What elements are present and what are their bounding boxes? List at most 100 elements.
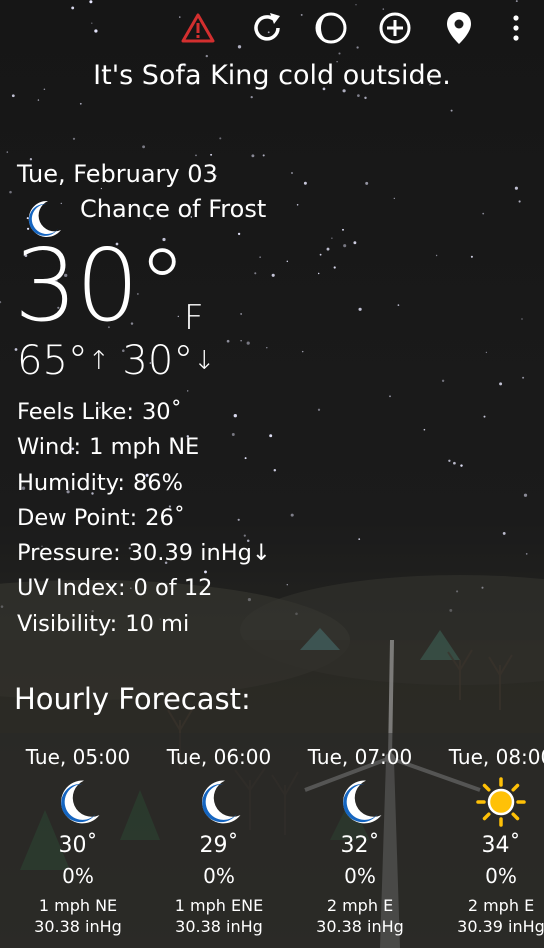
star [291,172,293,174]
detail-dew-point: Dew Point: 26˚ [17,504,186,531]
hourly-temp: 32˚ [340,833,380,858]
star [210,153,213,156]
high-low-temperatures: 65°↑ 30°↓ [17,338,215,384]
star [319,253,322,256]
hourly-temp: 29˚ [199,833,239,858]
hourly-precip: 0% [62,864,94,888]
hourly-precip: 0% [485,864,517,888]
hourly-pressure: 30.38 inHg [175,917,263,936]
moon-phase-icon[interactable] [311,8,351,48]
current-date: Tue, February 03 [17,160,218,188]
hourly-wind: 1 mph NE [38,896,118,915]
hourly-time: Tue, 08:00 [448,745,544,769]
star [358,538,361,540]
arrow-up-icon: ↑ [87,346,110,376]
star [100,187,103,190]
star [251,154,255,158]
star [266,346,268,349]
hourly-temp: 30˚ [58,833,98,858]
detail-pressure: Pressure: 30.39 inHg↓ [17,540,271,567]
current-condition: Chance of Frost [80,195,267,223]
star [318,272,320,275]
star [37,99,40,101]
sun-icon [476,777,526,827]
crescent-moon-icon [53,777,103,827]
star [448,459,451,462]
star [246,341,250,345]
hourly-item[interactable]: Tue, 08:00 34˚ 0% 2 mph E 30.39 inHg [431,745,544,936]
hourly-item[interactable]: Tue, 06:00 29˚ 0% 1 mph ENE 30.38 inHg [149,745,289,936]
hourly-time: Tue, 06:00 [166,745,272,769]
star [357,94,360,97]
add-location-icon[interactable] [375,8,415,48]
star [365,181,369,185]
star [6,151,9,153]
star [142,145,146,149]
star [226,339,230,343]
star [525,553,528,555]
star [470,255,473,258]
star [450,109,453,112]
star [237,232,241,236]
star [286,260,289,263]
high-temperature: 65° [17,338,88,384]
star [250,95,253,99]
hourly-precip: 0% [203,864,235,888]
weather-details: Feels Like: 30˚ Wind: 1 mph NE Humidity: 86… [17,395,271,642]
overflow-menu-icon[interactable] [496,8,536,48]
star [453,461,456,465]
star [364,96,367,100]
star [240,340,242,342]
star [482,212,485,215]
star [195,154,197,157]
hourly-wind: 2 mph E [326,896,394,915]
detail-uv-index: UV Index: 0 of 12 [17,575,213,602]
location-pin-icon[interactable] [439,8,479,48]
arrow-down-icon: ↓ [193,346,216,376]
refresh-icon[interactable] [247,8,287,48]
star [523,493,528,497]
star [317,408,321,411]
hourly-wind: 2 mph E [467,896,535,915]
star [11,94,15,98]
star [326,247,330,251]
star [79,102,82,105]
star [254,272,257,275]
star [343,244,347,248]
star [187,390,189,392]
star [331,237,333,239]
toolbar [0,0,544,56]
star [393,197,395,200]
detail-feels-like: Feels Like: 30˚ [17,399,182,425]
hourly-wind: 1 mph ENE [174,896,264,915]
star [262,154,265,157]
hourly-temp: 34˚ [481,833,521,858]
hourly-precip: 0% [344,864,376,888]
detail-wind: Wind: 1 mph NE [17,434,200,461]
star [502,531,506,535]
star [333,266,336,269]
star [273,469,277,472]
star [518,200,521,203]
star [514,186,518,190]
star [286,584,288,586]
hourly-forecast-title: Hourly Forecast: [14,682,251,716]
hourly-time: Tue, 07:00 [307,745,413,769]
temperature-unit: F [184,298,204,338]
star [259,256,261,258]
weather-quip-banner: It's Sofa King cold outside. [93,60,451,91]
hourly-time: Tue, 05:00 [25,745,131,769]
detail-visibility: Visibility: 10 mi [17,610,190,637]
hourly-item[interactable]: Tue, 07:00 32˚ 0% 2 mph E 30.38 inHg [290,745,430,936]
star [72,137,76,140]
hourly-item[interactable]: Tue, 05:00 30˚ 0% 1 mph NE 30.38 inHg [8,745,148,936]
star [353,241,357,245]
star [290,513,294,517]
star [521,318,523,320]
star [301,350,304,353]
warning-icon[interactable] [178,8,218,48]
hourly-pressure: 30.38 inHg [316,917,404,936]
star [522,376,525,379]
star [460,464,463,467]
star [423,428,426,431]
